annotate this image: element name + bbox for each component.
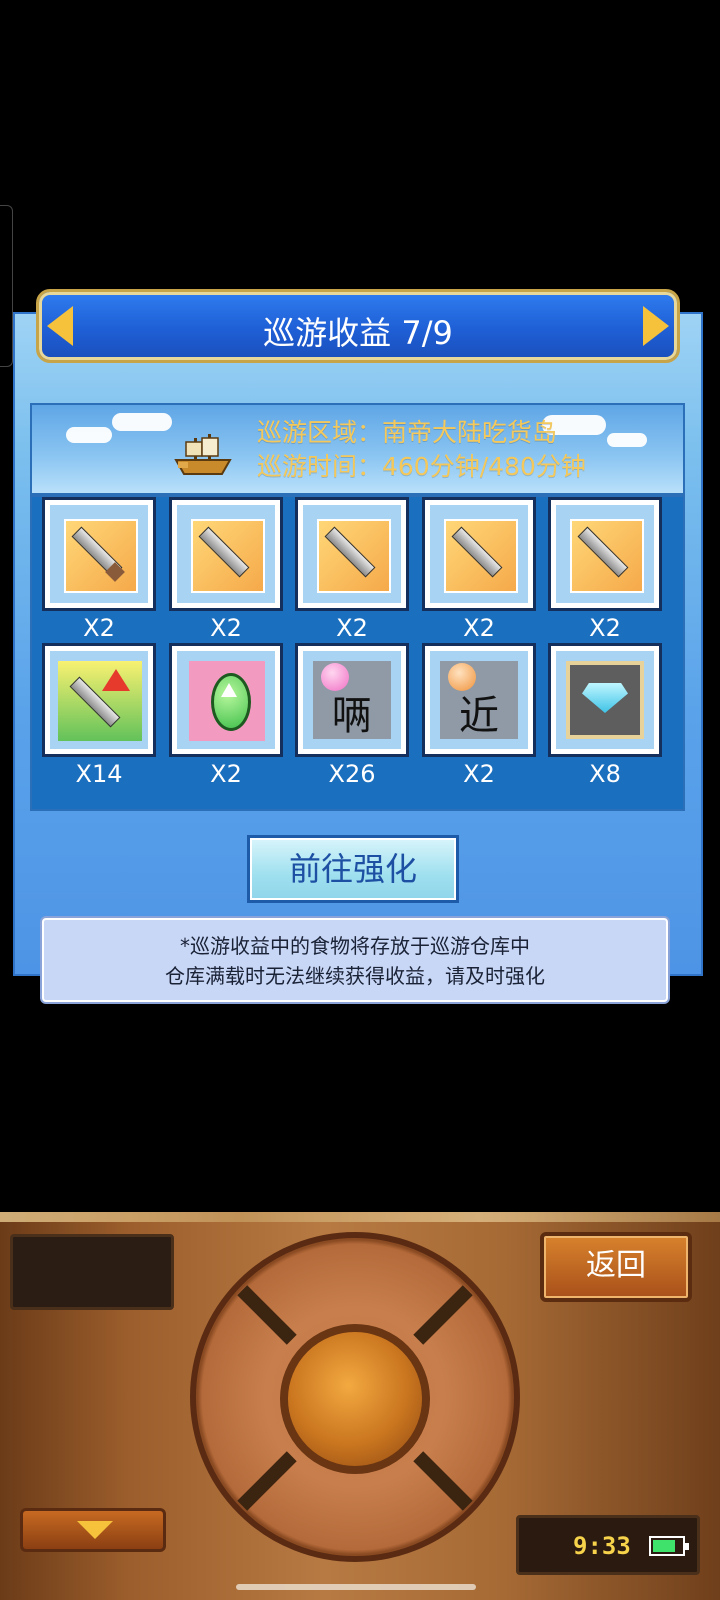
reward-slot[interactable] (295, 497, 409, 611)
storage-note: *巡游收益中的食物将存放于巡游仓库中 仓库满载时无法继续获得收益，请及时强化 (42, 918, 668, 1002)
reward-slot[interactable] (548, 643, 662, 757)
menu-down-button[interactable] (20, 1508, 166, 1552)
dpad-divider (413, 1451, 473, 1511)
status-display: 9:33 (516, 1515, 700, 1575)
reward-slot[interactable]: 唡 (295, 643, 409, 757)
sword-card-icon (317, 519, 391, 593)
reward-slot[interactable] (169, 497, 283, 611)
display-slot (10, 1234, 174, 1310)
go-enhance-button[interactable]: 前往强化 (247, 835, 459, 903)
dpad-divider (413, 1285, 473, 1345)
battery-level (653, 1540, 675, 1552)
reward-slot[interactable]: 近 (422, 643, 536, 757)
confirm-button[interactable] (280, 1324, 430, 1474)
reward-qty: X2 (210, 760, 242, 788)
cruise-area-text: 巡游区域：南帝大陆吃货岛 (257, 418, 558, 447)
reward-slot[interactable] (422, 497, 536, 611)
sword-card-icon (64, 519, 138, 593)
game-controller: 返回 9:33 (0, 1212, 720, 1600)
reward-qty: X8 (589, 760, 621, 788)
dpad-divider (237, 1451, 297, 1511)
reward-qty: X2 (83, 614, 115, 642)
reward-qty: X2 (463, 614, 495, 642)
ship-icon (174, 434, 232, 475)
note-line-1: *巡游收益中的食物将存放于巡游仓库中 (180, 934, 530, 958)
cruise-time-text: 巡游时间：460分钟/480分钟 (257, 452, 586, 481)
sword-upgrade-icon (58, 661, 142, 741)
reward-qty: X2 (589, 614, 621, 642)
panel-title: 巡游收益 7/9 (263, 314, 453, 352)
cruise-info-banner: 巡游区域：南帝大陆吃货岛 巡游时间：460分钟/480分钟 (30, 403, 685, 495)
reward-slot[interactable] (42, 643, 156, 757)
next-arrow-icon[interactable] (643, 306, 669, 346)
reward-grid: X2 X2 X2 X2 X2 X14 X2 唡 X26 近 X2 X8 (30, 495, 685, 811)
diamond-icon (566, 661, 644, 739)
cloud-decoration (607, 433, 647, 447)
clock-time: 9:33 (573, 1532, 631, 1560)
reward-qty: X26 (328, 760, 376, 788)
sword-card-icon (570, 519, 644, 593)
reward-slot[interactable] (169, 643, 283, 757)
reward-slot[interactable] (548, 497, 662, 611)
cloud-decoration (66, 427, 112, 443)
reward-qty: X2 (210, 614, 242, 642)
reward-qty: X2 (336, 614, 368, 642)
side-edge-tab[interactable] (0, 205, 13, 367)
candy-scroll-icon: 唡 (313, 661, 391, 739)
down-arrow-icon (77, 1521, 113, 1539)
green-egg-icon (189, 661, 265, 741)
orange-scroll-icon: 近 (440, 661, 518, 739)
home-indicator[interactable] (236, 1584, 476, 1590)
note-line-2: 仓库满载时无法继续获得收益，请及时强化 (165, 964, 545, 988)
reward-qty: X14 (75, 760, 123, 788)
reward-slot[interactable] (42, 497, 156, 611)
battery-icon (649, 1536, 689, 1556)
back-button[interactable]: 返回 (540, 1232, 692, 1302)
dpad-divider (237, 1285, 297, 1345)
cloud-decoration (112, 413, 172, 431)
sword-card-icon (191, 519, 265, 593)
title-bar: 巡游收益 7/9 (36, 289, 680, 363)
sword-card-icon (444, 519, 518, 593)
reward-qty: X2 (463, 760, 495, 788)
